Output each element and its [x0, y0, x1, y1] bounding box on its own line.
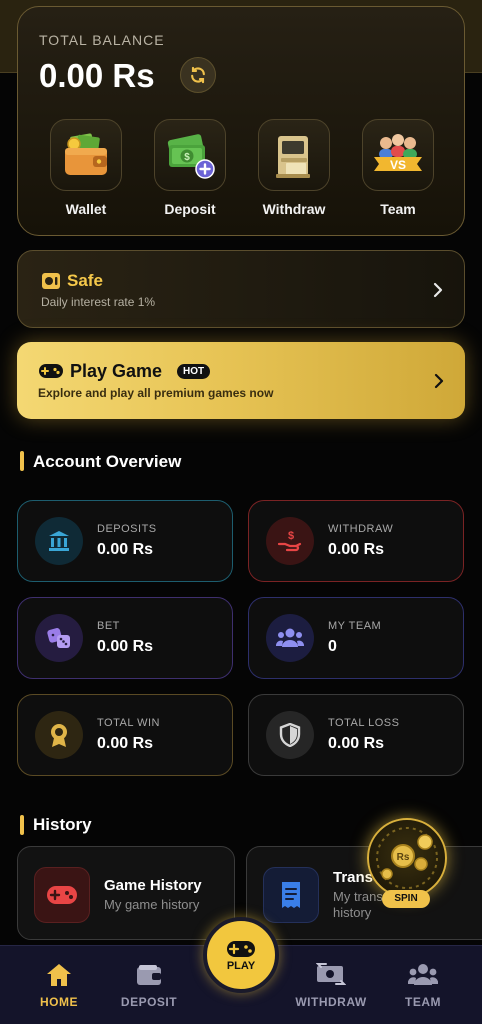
wallet-icon [65, 133, 107, 175]
play-game-banner[interactable]: Play Game HOT Explore and play all premi… [17, 342, 465, 419]
play-game-subtitle: Explore and play all premium games now [38, 386, 274, 400]
withdraw-atm-icon [276, 136, 310, 178]
overview-value: 0.00 Rs [97, 735, 154, 752]
withdraw-tile [258, 119, 330, 191]
nav-label: DEPOSIT [120, 995, 178, 1009]
overview-value: 0 [328, 638, 337, 655]
receipt-icon-wrap [263, 867, 319, 923]
spin-wheel-button[interactable]: Rs [367, 818, 447, 898]
overview-card-total-loss[interactable]: TOTAL LOSS 0.00 Rs [248, 694, 464, 776]
section-accent-bar [20, 815, 24, 835]
coins-icon: Rs [376, 827, 438, 889]
overview-card-total-win[interactable]: TOTAL WIN 0.00 Rs [17, 694, 233, 776]
wallet-tile [50, 119, 122, 191]
history-title: History [33, 815, 92, 834]
quick-action-label: Wallet [65, 201, 107, 217]
nav-label: WITHDRAW [295, 995, 367, 1009]
safe-card[interactable]: Safe Daily interest rate 1% [17, 250, 465, 328]
quick-action-team[interactable]: VS Team [362, 119, 434, 217]
overview-value: 0.00 Rs [328, 735, 385, 752]
safe-icon [42, 273, 60, 289]
svg-text:$: $ [184, 152, 190, 163]
team-vs-icon: VS [374, 134, 422, 172]
gamepad-icon [227, 940, 255, 957]
overview-value: 0.00 Rs [328, 541, 385, 558]
overview-card-my-team[interactable]: MY TEAM 0 [248, 597, 464, 679]
history-item-title: Trans [333, 869, 374, 886]
overview-label: WITHDRAW [328, 523, 394, 535]
overview-card-bet[interactable]: BET 0.00 Rs [17, 597, 233, 679]
quick-action-withdraw[interactable]: Withdraw [258, 119, 330, 217]
shield-icon-wrap [266, 711, 314, 759]
award-icon [51, 724, 67, 747]
money-exchange-icon [316, 963, 346, 985]
overview-label: MY TEAM [328, 620, 382, 632]
svg-text:VS: VS [390, 158, 406, 172]
nav-team[interactable]: TEAM [378, 962, 468, 1009]
balance-title: TOTAL BALANCE [39, 32, 165, 48]
bank-icon [49, 531, 69, 551]
section-accent-bar [20, 451, 24, 471]
dice-icon-wrap [35, 614, 83, 662]
coin-label: Rs [397, 852, 410, 863]
gamepad-icon [39, 364, 63, 378]
nav-withdraw[interactable]: WITHDRAW [286, 962, 376, 1009]
refresh-icon [191, 66, 205, 84]
chevron-right-icon [434, 373, 444, 389]
quick-action-label: Team [380, 201, 416, 217]
history-item-title: Game History [104, 877, 202, 894]
refresh-button[interactable] [180, 57, 216, 93]
award-icon-wrap [35, 711, 83, 759]
home-icon [47, 964, 71, 986]
overview-value: 0.00 Rs [97, 541, 154, 558]
history-item-subtitle: My game history [104, 897, 200, 912]
nav-home[interactable]: HOME [14, 962, 104, 1009]
hand-money-icon: $ [277, 530, 302, 552]
quick-action-label: Deposit [164, 201, 216, 217]
svg-text:$: $ [288, 530, 294, 542]
safe-title: Safe [67, 271, 103, 290]
wallet-icon [137, 965, 161, 985]
spin-label[interactable]: SPIN [382, 890, 430, 908]
overview-card-withdraw[interactable]: $ WITHDRAW 0.00 Rs [248, 500, 464, 582]
quick-action-deposit[interactable]: $ Deposit [154, 119, 226, 217]
balance-card: TOTAL BALANCE 0.00 Rs Wallet $ Deposit W… [17, 6, 465, 236]
overview-value: 0.00 Rs [97, 638, 154, 655]
receipt-icon [282, 882, 300, 908]
users-icon [276, 628, 304, 647]
quick-action-label: Withdraw [262, 201, 326, 217]
nav-label: HOME [40, 995, 78, 1009]
bank-icon-wrap [35, 517, 83, 565]
overview-label: TOTAL WIN [97, 717, 160, 729]
deposit-tile: $ [154, 119, 226, 191]
history-item-subtitle-line2: history [333, 905, 372, 920]
shield-icon [279, 723, 301, 747]
hot-badge: HOT [177, 364, 211, 379]
team-tile: VS [362, 119, 434, 191]
users-icon-wrap [266, 614, 314, 662]
overview-card-deposits[interactable]: DEPOSITS 0.00 Rs [17, 500, 233, 582]
chevron-right-icon [433, 282, 443, 298]
gamepad-icon [47, 886, 77, 904]
deposit-money-icon: $ [167, 134, 215, 179]
play-game-title: Play Game [70, 361, 163, 381]
play-button[interactable]: PLAY [203, 917, 279, 993]
overview-label: TOTAL LOSS [328, 717, 400, 729]
history-card-game[interactable]: Game History My game history [17, 846, 235, 940]
account-overview-title: Account Overview [33, 452, 182, 471]
users-icon [408, 964, 438, 985]
overview-label: DEPOSITS [97, 523, 157, 535]
overview-label: BET [97, 620, 120, 632]
nav-deposit[interactable]: DEPOSIT [104, 962, 194, 1009]
hand-money-icon-wrap: $ [266, 517, 314, 565]
balance-value: 0.00 Rs [39, 57, 155, 94]
nav-label: TEAM [405, 995, 441, 1009]
play-label: PLAY [226, 959, 256, 972]
safe-subtitle: Daily interest rate 1% [41, 295, 156, 309]
quick-action-wallet[interactable]: Wallet [50, 119, 122, 217]
dice-icon [47, 628, 70, 648]
gamepad-icon-wrap [34, 867, 90, 923]
